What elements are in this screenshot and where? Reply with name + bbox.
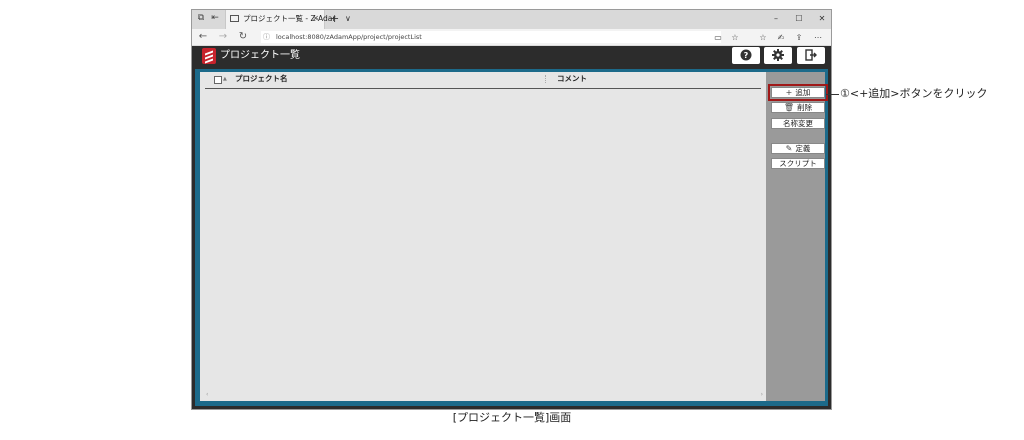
browser-window: ⧉ ⇤ プロジェクト一覧 - Z-Adar ✕ + ∨ – ☐ ✕ ← → ↻ … <box>191 9 832 410</box>
logout-icon <box>805 49 817 61</box>
tab-title: プロジェクト一覧 - Z-Adar <box>243 14 336 23</box>
more-icon[interactable]: ⋯ <box>812 32 824 43</box>
refresh-icon[interactable]: ↻ <box>237 31 249 43</box>
header-divider <box>205 88 761 89</box>
tab-menu-icon[interactable]: ∨ <box>345 13 351 25</box>
logout-button[interactable] <box>797 47 825 64</box>
settings-button[interactable] <box>764 47 792 64</box>
share-icon[interactable]: ⇪ <box>793 32 805 43</box>
gear-icon <box>772 49 784 61</box>
scroll-left-icon[interactable]: ‹ <box>206 391 208 399</box>
column-separator[interactable] <box>545 75 550 83</box>
content-frame: ▲ プロジェクト名 コメント ‹ › + 追加 🗑 削除 名称変更 ✎ 定義 ス… <box>195 69 828 406</box>
help-button[interactable]: ? <box>732 47 760 64</box>
app-logo <box>202 48 216 64</box>
new-tab-icon[interactable]: + <box>330 12 339 26</box>
minimize-icon[interactable]: – <box>770 13 782 25</box>
tab-actions-icon[interactable]: ⧉ <box>196 13 206 23</box>
set-aside-tabs-icon[interactable]: ⇤ <box>210 13 220 23</box>
define-button-label: 定義 <box>795 144 811 153</box>
page-title: プロジェクト一覧 <box>220 50 300 61</box>
add-button[interactable]: + 追加 <box>768 84 828 101</box>
edit-icon: ✎ <box>785 144 793 153</box>
page-icon <box>230 15 239 22</box>
app-header: プロジェクト一覧 ? <box>192 46 831 66</box>
app-body: ▲ プロジェクト名 コメント ‹ › + 追加 🗑 削除 名称変更 ✎ 定義 ス… <box>192 66 831 409</box>
help-icon: ? <box>740 49 752 61</box>
project-list-panel: ▲ プロジェクト名 コメント ‹ › <box>200 72 766 401</box>
list-header: ▲ プロジェクト名 コメント <box>200 72 766 87</box>
favorites-icon[interactable]: ☆ <box>757 32 769 43</box>
close-window-icon[interactable]: ✕ <box>816 13 828 25</box>
action-sidebar: + 追加 🗑 削除 名称変更 ✎ 定義 スクリプト <box>766 72 828 401</box>
scroll-right-icon[interactable]: › <box>761 391 763 399</box>
favorite-star-icon[interactable]: ☆ <box>729 32 741 43</box>
define-button[interactable]: ✎ 定義 <box>771 143 825 154</box>
delete-button-label: 削除 <box>797 103 813 112</box>
browser-tab-strip: ⧉ ⇤ プロジェクト一覧 - Z-Adar ✕ + ∨ – ☐ ✕ <box>192 10 831 29</box>
site-info-icon[interactable]: ⓘ <box>263 31 270 43</box>
browser-tab[interactable]: プロジェクト一覧 - Z-Adar ✕ <box>225 10 335 29</box>
address-bar[interactable]: ⓘ localhost:8080/zAdamApp/project/projec… <box>261 31 721 43</box>
maximize-icon[interactable]: ☐ <box>793 13 805 25</box>
plus-icon: + <box>785 88 793 97</box>
sort-arrow-icon[interactable]: ▲ <box>223 75 227 83</box>
delete-button[interactable]: 🗑 削除 <box>771 102 825 113</box>
browser-toolbar: ← → ↻ ⓘ localhost:8080/zAdamApp/project/… <box>192 29 831 46</box>
forward-icon[interactable]: → <box>217 31 229 43</box>
callout-text: ①<+追加>ボタンをクリック <box>840 87 988 100</box>
tab-close-icon[interactable]: ✕ <box>312 13 319 25</box>
column-header-project-name[interactable]: プロジェクト名 <box>235 73 288 85</box>
figure-caption: [プロジェクト一覧]画面 <box>452 411 572 424</box>
script-button[interactable]: スクリプト <box>771 158 825 169</box>
script-button-label: スクリプト <box>779 159 817 168</box>
callout-line <box>826 94 839 95</box>
back-icon[interactable]: ← <box>197 31 209 43</box>
rename-button-label: 名称変更 <box>783 119 813 128</box>
trash-icon: 🗑 <box>783 103 795 112</box>
select-all-checkbox[interactable] <box>214 76 222 84</box>
svg-text:?: ? <box>744 51 749 60</box>
rename-button[interactable]: 名称変更 <box>771 118 825 129</box>
url-text: localhost:8080/zAdamApp/project/projectL… <box>276 33 422 41</box>
pen-notes-icon[interactable]: ✍ <box>775 32 787 43</box>
reading-view-icon[interactable]: ▭ <box>712 32 724 43</box>
column-header-comment[interactable]: コメント <box>557 73 587 85</box>
add-button-label: 追加 <box>795 88 811 97</box>
